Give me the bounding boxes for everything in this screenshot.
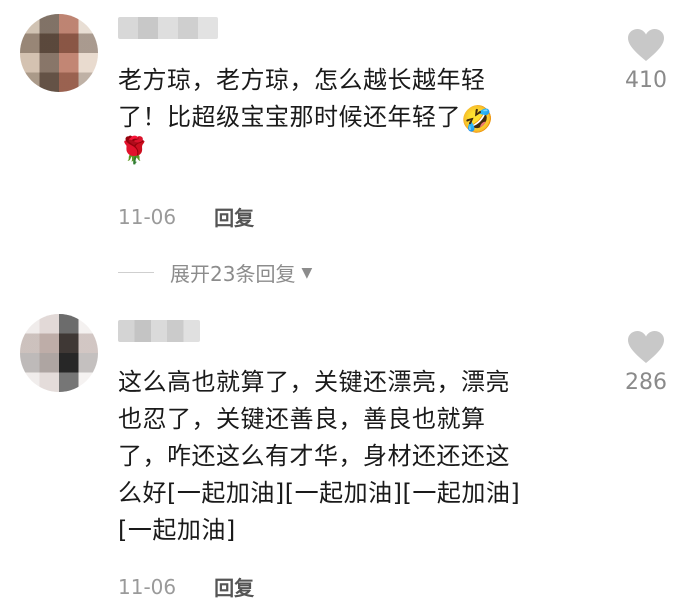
reply-button[interactable]: 回复 bbox=[214, 572, 254, 601]
like-button[interactable]: 410 bbox=[616, 28, 676, 93]
heart-icon bbox=[628, 29, 664, 61]
comment-date: 11-06 bbox=[118, 204, 177, 229]
comment-date: 11-06 bbox=[118, 574, 177, 599]
avatar[interactable] bbox=[20, 314, 98, 392]
heart-icon bbox=[628, 331, 664, 363]
comment-text: 老方琼，老方琼，怎么越长越年轻 了！比超级宝宝那时候还年轻了🤣 🌹 bbox=[118, 62, 578, 164]
like-count: 410 bbox=[625, 68, 667, 93]
comment-meta: 11-06 回复 bbox=[118, 202, 254, 231]
comment-line: 么好[一起加油][一起加油][一起加油] bbox=[118, 479, 521, 507]
username-blurred[interactable] bbox=[118, 320, 200, 342]
comment-line: 了，咋还这么有才华，身材还还还这 bbox=[118, 442, 510, 470]
rose-emoji-icon: 🌹 bbox=[118, 136, 151, 166]
comment-meta: 11-06 回复 bbox=[118, 572, 254, 601]
rofl-emoji-icon: 🤣 bbox=[461, 105, 494, 135]
comment-text: 这么高也就算了，关键还漂亮，漂亮 也忍了，关键还善良，善良也就算 了，咋还这么有… bbox=[118, 364, 578, 549]
comment-line: 了！比超级宝宝那时候还年轻了🤣 bbox=[118, 103, 494, 135]
caret-down-icon: ▼ bbox=[301, 264, 313, 281]
like-count: 286 bbox=[625, 370, 667, 395]
comment-line: [一起加油] bbox=[118, 516, 236, 544]
comment-line: 老方琼，老方琼，怎么越长越年轻 bbox=[118, 66, 486, 94]
expand-replies-button[interactable]: 展开23条回复 ▼ bbox=[118, 258, 312, 287]
comment-line: 也忍了，关键还善良，善良也就算 bbox=[118, 405, 486, 433]
divider-line bbox=[118, 272, 154, 273]
avatar[interactable] bbox=[20, 14, 98, 92]
like-button[interactable]: 286 bbox=[616, 330, 676, 395]
comment-line: 这么高也就算了，关键还漂亮，漂亮 bbox=[118, 368, 510, 396]
expand-replies-label: 展开23条回复 bbox=[170, 262, 296, 286]
reply-button[interactable]: 回复 bbox=[214, 202, 254, 231]
username-blurred[interactable] bbox=[118, 17, 218, 39]
